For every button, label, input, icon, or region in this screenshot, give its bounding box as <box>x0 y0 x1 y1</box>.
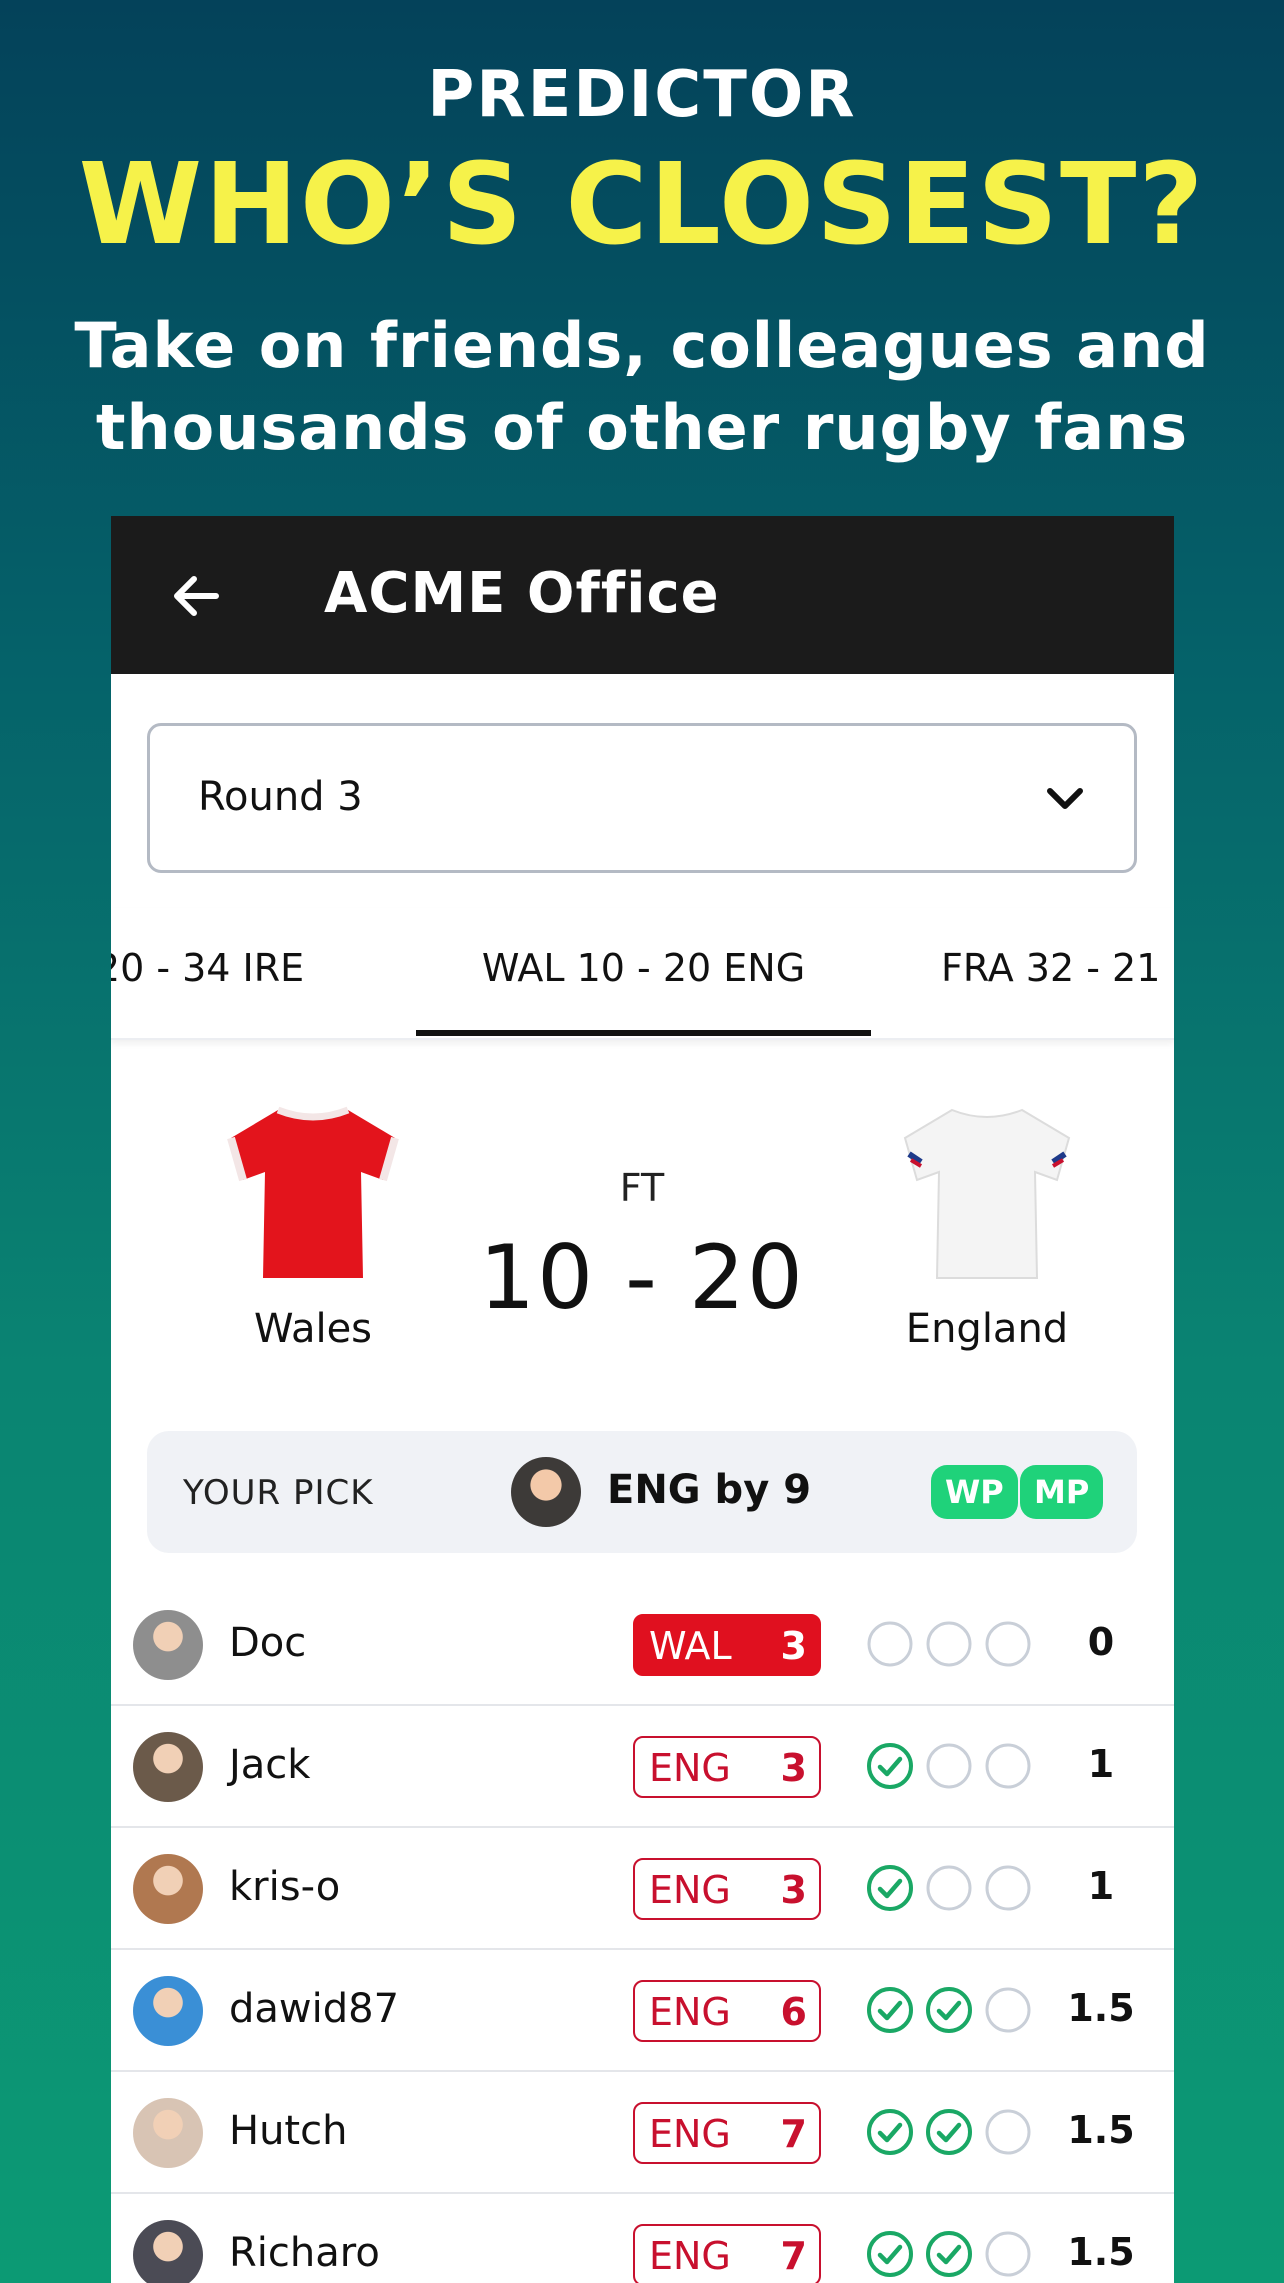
player-points: 1 <box>1087 1742 1115 1786</box>
prediction-margin: 7 <box>780 2112 807 2156</box>
avatar <box>133 1976 203 2046</box>
check-circle-icon <box>926 2109 972 2155</box>
result-checks <box>866 2108 1036 2158</box>
prediction-margin: 6 <box>780 1990 807 2034</box>
leaderboard: Doc WAL 3 0 Jack ENG 3 1 kris-o ENG 3 1 … <box>111 1584 1174 2283</box>
leaderboard-row[interactable]: Jack ENG 3 1 <box>111 1706 1174 1828</box>
prediction-badge: ENG 6 <box>633 1980 821 2042</box>
tab-match-2[interactable]: WAL 10 - 20 ENG <box>416 908 871 1038</box>
prediction-team: WAL <box>649 1624 732 1668</box>
round-select-value: Round 3 <box>198 774 363 820</box>
check-circle-icon <box>867 2231 913 2277</box>
check-circle-icon <box>867 1743 913 1789</box>
app-screen: ACME Office Round 3 A 20 - 34 IRE WAL 10… <box>111 516 1174 2283</box>
prediction-badge: WAL 3 <box>633 1614 821 1676</box>
match-tabs: A 20 - 34 IRE WAL 10 - 20 ENG FRA 32 - 2… <box>111 908 1174 1040</box>
empty-circle-icon <box>867 1621 913 1667</box>
player-name: Jack <box>229 1742 311 1788</box>
leaderboard-row[interactable]: Doc WAL 3 0 <box>111 1584 1174 1706</box>
result-checks <box>866 1742 1036 1792</box>
leaderboard-row[interactable]: Hutch ENG 7 1.5 <box>111 2072 1174 2194</box>
promo-headline: WHO’S CLOSEST? <box>78 140 1206 270</box>
leaderboard-row[interactable]: kris-o ENG 3 1 <box>111 1828 1174 1950</box>
arrow-left-icon[interactable] <box>166 566 226 626</box>
empty-circle-icon <box>985 1743 1031 1789</box>
prediction-badge: ENG 7 <box>633 2224 821 2283</box>
check-circle-icon <box>926 2231 972 2277</box>
result-checks <box>866 1620 1036 1670</box>
result-checks <box>866 1986 1036 2036</box>
empty-circle-icon <box>926 1621 972 1667</box>
prediction-margin: 7 <box>780 2234 807 2278</box>
result-checks <box>866 1864 1036 1914</box>
player-name: Richaro <box>229 2230 380 2276</box>
round-select[interactable]: Round 3 <box>147 723 1137 873</box>
page-title: ACME Office <box>324 561 720 626</box>
prediction-team: ENG <box>649 1990 731 2034</box>
leaderboard-row[interactable]: Richaro ENG 7 1.5 <box>111 2194 1174 2283</box>
match-score: 10 - 20 <box>479 1226 805 1329</box>
match-status: FT <box>619 1166 665 1210</box>
prediction-margin: 3 <box>780 1868 807 1912</box>
avatar <box>133 1854 203 1924</box>
check-circle-icon <box>867 2109 913 2155</box>
your-pick-card: YOUR PICK ENG by 9 WP MP <box>147 1431 1137 1553</box>
tab-match-1[interactable]: A 20 - 34 IRE <box>111 908 381 1038</box>
your-pick-label: YOUR PICK <box>183 1473 374 1513</box>
your-pick-value: ENG by 9 <box>607 1467 812 1513</box>
empty-circle-icon <box>985 1865 1031 1911</box>
empty-circle-icon <box>985 2109 1031 2155</box>
prediction-team: ENG <box>649 1746 731 1790</box>
prediction-team: ENG <box>649 1868 731 1912</box>
prediction-badge: ENG 3 <box>633 1736 821 1798</box>
promo-subtitle: Take on friends, colleagues and thousand… <box>74 309 1210 464</box>
prediction-team: ENG <box>649 2112 731 2156</box>
avatar <box>133 2220 203 2283</box>
mp-badge: MP <box>1020 1465 1104 1519</box>
player-name: kris-o <box>229 1864 341 1910</box>
promo-kicker: PREDICTOR <box>427 58 857 132</box>
prediction-team: ENG <box>649 2234 731 2278</box>
player-name: dawid87 <box>229 1986 400 2032</box>
match-summary: FT 10 - 20 Wales England <box>111 1076 1174 1376</box>
active-tab-indicator <box>416 1030 871 1036</box>
leaderboard-row[interactable]: dawid87 ENG 6 1.5 <box>111 1950 1174 2072</box>
avatar <box>133 2098 203 2168</box>
player-points: 1.5 <box>1067 2230 1135 2274</box>
app-bar: ACME Office <box>111 516 1174 674</box>
away-team-name: England <box>905 1306 1069 1352</box>
empty-circle-icon <box>926 1865 972 1911</box>
prediction-margin: 3 <box>780 1624 807 1668</box>
empty-circle-icon <box>985 2231 1031 2277</box>
away-shirt-icon <box>903 1108 1071 1279</box>
check-circle-icon <box>926 1987 972 2033</box>
avatar <box>133 1732 203 1802</box>
player-points: 1.5 <box>1067 1986 1135 2030</box>
prediction-badge: ENG 3 <box>633 1858 821 1920</box>
wp-badge: WP <box>931 1465 1018 1519</box>
empty-circle-icon <box>926 1743 972 1789</box>
prediction-margin: 3 <box>780 1746 807 1790</box>
home-shirt-icon <box>227 1106 399 1278</box>
tab-match-3[interactable]: FRA 32 - 21 S <box>941 908 1174 1038</box>
check-circle-icon <box>867 1865 913 1911</box>
chevron-down-icon <box>1047 788 1083 809</box>
avatar <box>511 1457 581 1527</box>
avatar <box>133 1610 203 1680</box>
empty-circle-icon <box>985 1621 1031 1667</box>
check-circle-icon <box>867 1987 913 2033</box>
empty-circle-icon <box>985 1987 1031 2033</box>
player-points: 1.5 <box>1067 2108 1135 2152</box>
player-name: Hutch <box>229 2108 348 2154</box>
home-team-name: Wales <box>253 1306 373 1352</box>
result-checks <box>866 2230 1036 2280</box>
prediction-badge: ENG 7 <box>633 2102 821 2164</box>
player-name: Doc <box>229 1620 307 1666</box>
player-points: 1 <box>1087 1864 1115 1908</box>
player-points: 0 <box>1087 1620 1115 1664</box>
